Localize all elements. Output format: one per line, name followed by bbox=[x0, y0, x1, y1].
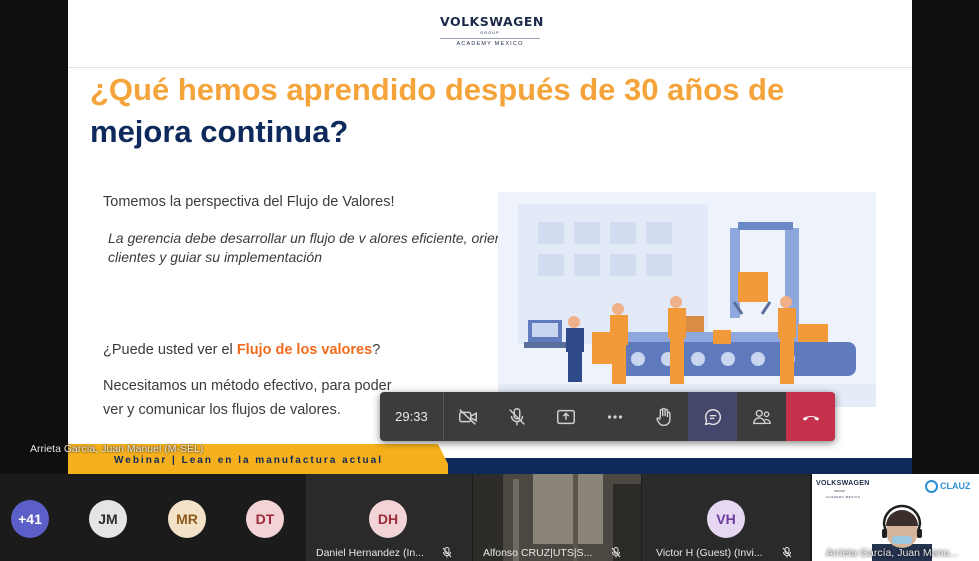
camera-off-icon bbox=[459, 408, 478, 425]
meeting-control-bar: 29:33 bbox=[380, 392, 835, 441]
muted-mic-icon bbox=[782, 547, 792, 558]
slide-title-line1: ¿Qué hemos aprendido después de 30 años … bbox=[90, 72, 785, 107]
leave-call-button[interactable] bbox=[786, 392, 835, 441]
share-tray-icon bbox=[557, 409, 576, 424]
chat-bubble-icon bbox=[704, 408, 721, 425]
participant-name: Victor H (Guest) (Invi... bbox=[656, 547, 763, 559]
participant-tile-video[interactable]: Alfonso CRUZ|UTS|S... bbox=[473, 474, 641, 561]
volkswagen-logo: VOLKSWAGEN GROUP ACADEMY MEXICO bbox=[440, 14, 544, 47]
participant-avatar-vh: VH bbox=[707, 500, 745, 538]
participant-avatar-jm[interactable]: JM bbox=[89, 500, 127, 538]
mute-toggle-button[interactable] bbox=[493, 392, 542, 441]
more-actions-button[interactable] bbox=[591, 392, 640, 441]
presenter-video-tile[interactable]: VOLKSWAGEN GROUP ACADEMY MEXICO CLAUZ Ar… bbox=[812, 474, 979, 561]
muted-mic-icon bbox=[442, 547, 452, 558]
need-line-1: Necesitamos un método efectivo, para pod… bbox=[103, 378, 392, 394]
intro-text: Tomemos la perspectiva del Flujo de Valo… bbox=[103, 194, 395, 210]
participant-avatar-dt[interactable]: DT bbox=[246, 500, 284, 538]
presenter-name: Arrieta García, Juan Manuel (M-SEL) bbox=[30, 443, 204, 455]
more-dots-icon bbox=[607, 414, 623, 419]
participant-name: Alfonso CRUZ|UTS|S... bbox=[483, 547, 593, 559]
logo-academy: ACADEMY MEXICO bbox=[456, 41, 524, 47]
participant-name: Arrieta García, Juan Manu... bbox=[826, 547, 958, 559]
participants-button[interactable] bbox=[737, 392, 786, 441]
question-highlight: Flujo de los valores bbox=[236, 342, 373, 358]
logo-brand: VOLKSWAGEN bbox=[440, 14, 544, 29]
overflow-participants-avatar[interactable]: +41 bbox=[11, 500, 49, 538]
share-screen-button[interactable] bbox=[542, 392, 591, 441]
mic-off-icon bbox=[509, 407, 526, 425]
footer-text: Webinar | Lean en la manufactura actual bbox=[114, 455, 384, 466]
question-text: ¿Puede usted ver el Flujo de los valores… bbox=[103, 342, 380, 358]
meeting-window: VOLKSWAGEN GROUP ACADEMY MEXICO ¿Qué hem… bbox=[0, 0, 979, 561]
muted-mic-icon bbox=[611, 547, 621, 558]
participant-tile-dh[interactable]: DH Daniel Hernandez (In... bbox=[306, 474, 472, 561]
call-timer: 29:33 bbox=[380, 392, 444, 441]
logo-group: GROUP bbox=[480, 30, 500, 35]
chat-button[interactable] bbox=[688, 392, 738, 441]
question-suffix: ? bbox=[372, 342, 381, 358]
question-prefix: ¿Puede usted ver el bbox=[103, 342, 237, 358]
slide-divider bbox=[68, 67, 912, 68]
raise-hand-button[interactable] bbox=[639, 392, 688, 441]
participant-avatar-dh: DH bbox=[369, 500, 407, 538]
camera-toggle-button[interactable] bbox=[444, 392, 493, 441]
factory-illustration bbox=[498, 192, 876, 407]
participant-tile-vh[interactable]: VH Victor H (Guest) (Invi... bbox=[642, 474, 810, 561]
hang-up-icon bbox=[802, 415, 819, 421]
slide-title-line2: mejora continua? bbox=[90, 114, 349, 149]
participants-icon bbox=[752, 409, 771, 424]
logo-rule bbox=[440, 38, 540, 39]
participant-avatar-mr[interactable]: MR bbox=[168, 500, 206, 538]
raise-hand-icon bbox=[656, 407, 671, 426]
need-line-2: ver y comunicar los flujos de valores. bbox=[103, 402, 341, 418]
participant-name: Daniel Hernandez (In... bbox=[316, 547, 424, 559]
